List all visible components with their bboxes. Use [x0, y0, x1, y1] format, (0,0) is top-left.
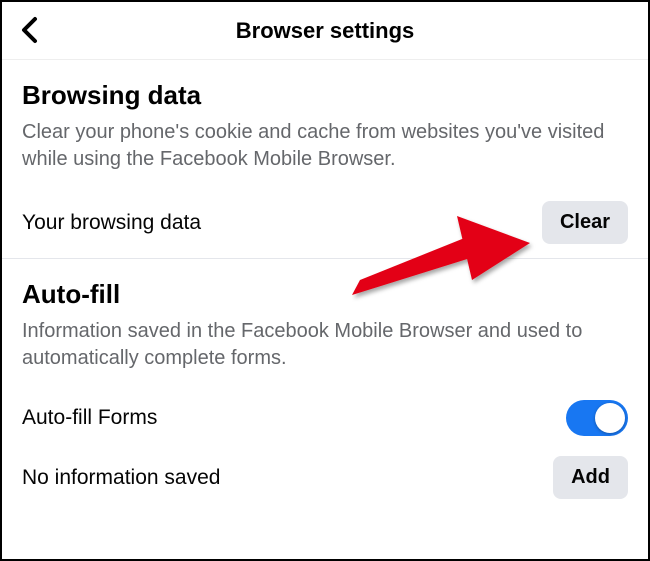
autofill-description: Information saved in the Facebook Mobile… — [22, 318, 628, 372]
autofill-forms-toggle[interactable] — [566, 400, 628, 436]
browsing-data-description: Clear your phone's cookie and cache from… — [22, 119, 628, 173]
autofill-title: Auto-fill — [22, 279, 628, 310]
clear-button[interactable]: Clear — [542, 201, 628, 244]
no-info-saved-label: No information saved — [22, 466, 220, 490]
browsing-data-section: Browsing data Clear your phone's cookie … — [2, 60, 648, 173]
autofill-forms-row: Auto-fill Forms — [2, 390, 648, 450]
browsing-data-title: Browsing data — [22, 80, 628, 111]
add-button[interactable]: Add — [553, 456, 628, 499]
chevron-left-icon — [20, 16, 38, 44]
page-title: Browser settings — [236, 18, 415, 44]
back-button[interactable] — [20, 16, 38, 49]
autofill-section: Auto-fill Information saved in the Faceb… — [2, 259, 648, 372]
autofill-forms-label: Auto-fill Forms — [22, 406, 157, 430]
toggle-knob — [595, 403, 625, 433]
your-browsing-data-label: Your browsing data — [22, 211, 201, 235]
your-browsing-data-row: Your browsing data Clear — [2, 191, 648, 259]
header-bar: Browser settings — [2, 2, 648, 60]
no-info-saved-row: No information saved Add — [2, 450, 648, 513]
